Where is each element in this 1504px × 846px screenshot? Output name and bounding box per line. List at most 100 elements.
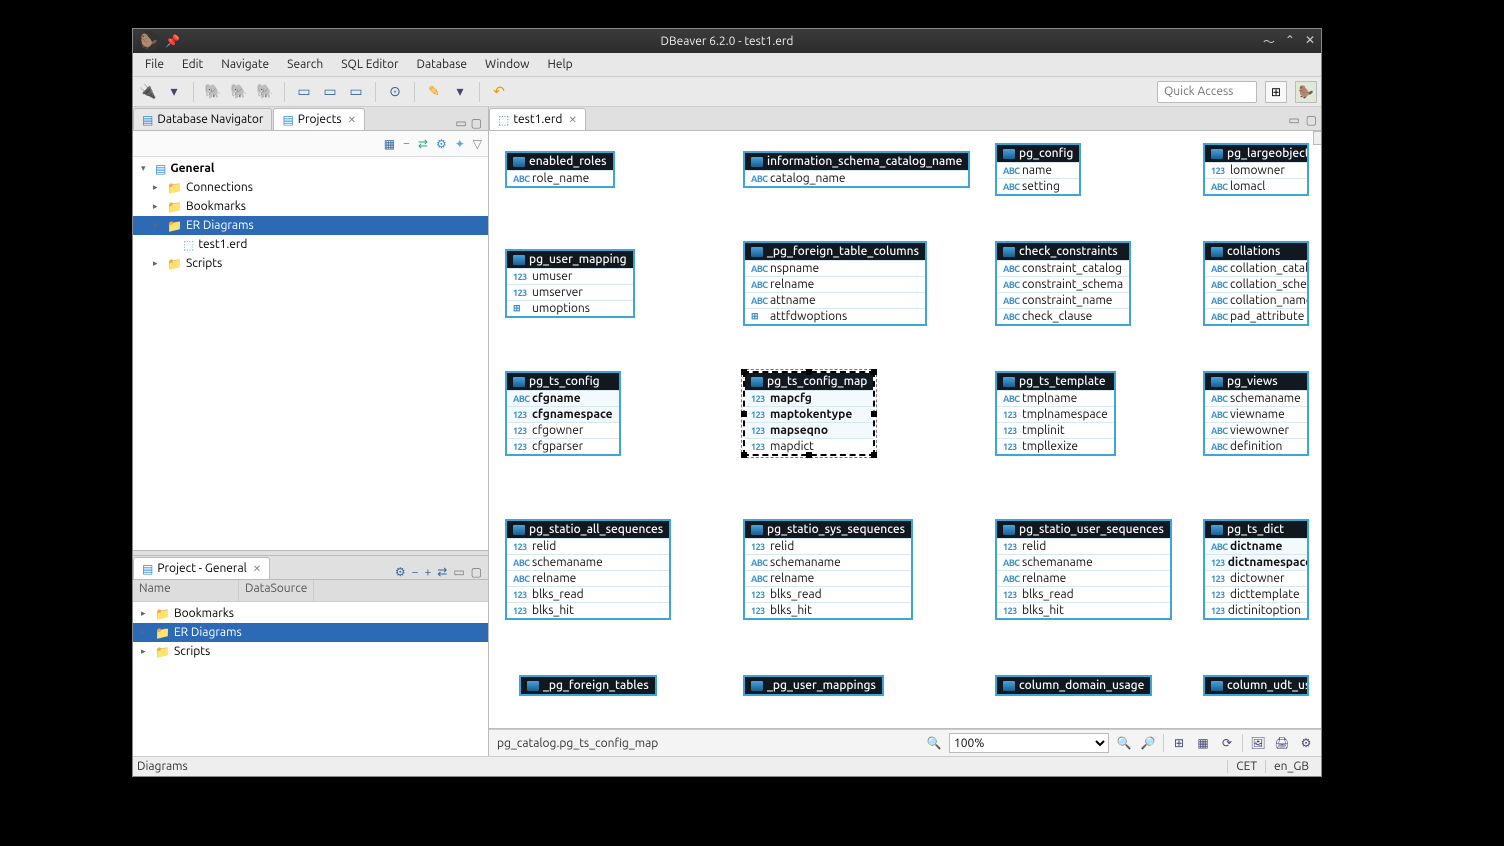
- tree-item[interactable]: ▸📁 Bookmarks: [133, 604, 488, 623]
- reconnect-button[interactable]: 🐘: [228, 81, 250, 103]
- entity-pg_user_mapping[interactable]: pg_user_mapping123umuser123umserver⊞umop…: [505, 249, 635, 318]
- entity-column[interactable]: 123umserver: [507, 284, 633, 300]
- entity-pg_ts_template[interactable]: pg_ts_templateABCtmplname123tmplnamespac…: [995, 371, 1116, 456]
- entity-column[interactable]: 123dictnamespace: [1205, 554, 1307, 570]
- entity-header[interactable]: pg_ts_dict: [1205, 521, 1307, 538]
- entity-header[interactable]: column_domain_usage: [997, 677, 1150, 694]
- entity-column[interactable]: 123blks_hit: [507, 602, 669, 618]
- entity-header[interactable]: information_schema_catalog_name: [745, 153, 968, 170]
- refresh-button[interactable]: ✦: [455, 137, 465, 151]
- connect-button[interactable]: 🐘: [202, 81, 224, 103]
- entity-pg_views[interactable]: pg_viewsABCschemanameABCviewnameABCviewo…: [1203, 371, 1309, 456]
- zoom-in-icon[interactable]: 🔍: [1115, 736, 1133, 750]
- entity-column[interactable]: ⊞attfdwoptions: [745, 308, 925, 324]
- resize-handle[interactable]: [871, 411, 877, 417]
- entity-column[interactable]: 123relid: [507, 538, 669, 554]
- maximize-view-button[interactable]: ▢: [471, 116, 482, 130]
- tab-projects[interactable]: ▤Projects✕: [273, 108, 365, 130]
- entity-check_constraints[interactable]: check_constraintsABCconstraint_catalogAB…: [995, 241, 1131, 326]
- resize-handle[interactable]: [871, 369, 877, 375]
- entity-column[interactable]: ABCtmplname: [997, 390, 1114, 406]
- entity-column[interactable]: 123dictowner: [1205, 570, 1307, 586]
- close-button[interactable]: ✕: [1305, 33, 1315, 50]
- entity-pg_ts_dict[interactable]: pg_ts_dictABCdictname123dictnamespace123…: [1203, 519, 1309, 620]
- create-project-button[interactable]: ▦: [384, 137, 395, 151]
- entity-pg_ts_config_map[interactable]: pg_ts_config_map123mapcfg123maptokentype…: [743, 371, 875, 456]
- entity-information_schema_catalog_name[interactable]: information_schema_catalog_nameABCcatalo…: [743, 151, 970, 188]
- entity-column_udt_us[interactable]: column_udt_us: [1203, 675, 1309, 696]
- entity-column_domain_usage[interactable]: column_domain_usage: [995, 675, 1152, 696]
- zoom-out-icon[interactable]: 🔎: [1139, 736, 1157, 750]
- commit-button[interactable]: ⊙: [384, 81, 406, 103]
- entity-column[interactable]: ABCconstraint_schema: [997, 276, 1129, 292]
- entity-column[interactable]: 123tmpllexize: [997, 438, 1114, 454]
- entity-column[interactable]: 123relid: [745, 538, 911, 554]
- entity-column[interactable]: 123blks_hit: [745, 602, 911, 618]
- grid-icon[interactable]: ▦: [1194, 736, 1212, 750]
- tree-item[interactable]: ▸📁 Connections: [133, 178, 488, 197]
- entity-column[interactable]: ABCpad_attribute: [1205, 308, 1307, 324]
- tree-item[interactable]: ▸📁 ER Diagrams: [133, 623, 488, 642]
- tab-erd-editor[interactable]: ⬚test1.erd✕: [489, 108, 586, 130]
- menu-sql-editor[interactable]: SQL Editor: [333, 56, 406, 73]
- maximize-view-button[interactable]: ▢: [471, 565, 482, 579]
- entity-header[interactable]: _pg_foreign_table_columns: [745, 243, 925, 260]
- tab-project-general[interactable]: ▤Project - General✕: [133, 557, 270, 579]
- entity-column[interactable]: 123tmplnamespace: [997, 406, 1114, 422]
- entity-column[interactable]: 123mapcfg: [745, 390, 873, 406]
- layout-icon[interactable]: ⊞: [1170, 736, 1188, 750]
- dropdown-icon[interactable]: ▾: [163, 81, 185, 103]
- resize-handle[interactable]: [741, 411, 747, 417]
- tree-item[interactable]: ▸📁 Scripts: [133, 642, 488, 661]
- entity-column[interactable]: ABCcollation_name: [1205, 292, 1307, 308]
- erd-canvas[interactable]: enabled_rolesABCrole_nameinformation_sch…: [489, 131, 1321, 729]
- entity-column[interactable]: 123dicttemplate: [1205, 586, 1307, 602]
- entity-header[interactable]: pg_statio_sys_sequences: [745, 521, 911, 538]
- entity-pg_statio_all_sequences[interactable]: pg_statio_all_sequences123relidABCschema…: [505, 519, 671, 620]
- close-icon[interactable]: ✕: [568, 114, 576, 126]
- collapse-icon[interactable]: −: [412, 566, 419, 579]
- menu-file[interactable]: File: [137, 56, 172, 73]
- entity-header[interactable]: check_constraints: [997, 243, 1129, 260]
- resize-handle[interactable]: [741, 369, 747, 375]
- entity-pg_largeobject_[interactable]: pg_largeobject_123lomownerABClomacl: [1203, 143, 1309, 196]
- entity-_pg_foreign_table_columns[interactable]: _pg_foreign_table_columnsABCnspnameABCre…: [743, 241, 927, 326]
- entity-column[interactable]: ABCnspname: [745, 260, 925, 276]
- entity-column[interactable]: ABCviewname: [1205, 406, 1307, 422]
- entity-column[interactable]: 123lomowner: [1205, 162, 1307, 178]
- entity-column[interactable]: ABCschemaname: [997, 554, 1170, 570]
- zoom-select[interactable]: 100%: [949, 733, 1109, 753]
- entity-header[interactable]: pg_ts_config_map: [745, 373, 873, 390]
- minimize-editor-button[interactable]: ▭: [1288, 113, 1299, 127]
- palette-handle[interactable]: [1313, 131, 1321, 145]
- search-icon[interactable]: 🔍: [925, 736, 943, 750]
- entity-column[interactable]: 123cfgowner: [507, 422, 619, 438]
- recent-sql-button[interactable]: ▭: [345, 81, 367, 103]
- pin-icon[interactable]: 📌: [165, 34, 180, 48]
- entity-pg_statio_sys_sequences[interactable]: pg_statio_sys_sequences123relidABCschema…: [743, 519, 913, 620]
- entity-header[interactable]: pg_ts_config: [507, 373, 619, 390]
- entity-column[interactable]: 123tmplinit: [997, 422, 1114, 438]
- entity-column[interactable]: 123mapseqno: [745, 422, 873, 438]
- resize-handle[interactable]: [871, 452, 877, 458]
- add-icon[interactable]: +: [424, 566, 431, 579]
- close-icon[interactable]: ✕: [348, 114, 356, 126]
- entity-column[interactable]: ABCrelname: [745, 570, 911, 586]
- undo-button[interactable]: ↶: [488, 81, 510, 103]
- entity-column[interactable]: ABCcollation_schem: [1205, 276, 1307, 292]
- entity-collations[interactable]: collationsABCcollation_cataloABCcollatio…: [1203, 241, 1309, 326]
- entity-column[interactable]: ABCdictname: [1205, 538, 1307, 554]
- menu-edit[interactable]: Edit: [174, 56, 211, 73]
- entity-column[interactable]: ABCrole_name: [507, 170, 613, 186]
- resize-handle[interactable]: [806, 452, 812, 458]
- maximize-editor-button[interactable]: ▢: [1306, 113, 1317, 127]
- minimize-button[interactable]: 〜: [1263, 33, 1275, 50]
- entity-column[interactable]: 123umuser: [507, 268, 633, 284]
- settings-icon[interactable]: ⚙: [1297, 736, 1315, 750]
- entity-column[interactable]: ABCattname: [745, 292, 925, 308]
- menu-navigate[interactable]: Navigate: [213, 56, 277, 73]
- entity-header[interactable]: pg_statio_all_sequences: [507, 521, 669, 538]
- print-icon[interactable]: 🖨: [1273, 736, 1291, 750]
- dbeaver-perspective-button[interactable]: 🦫: [1295, 81, 1317, 103]
- entity-header[interactable]: column_udt_us: [1205, 677, 1307, 694]
